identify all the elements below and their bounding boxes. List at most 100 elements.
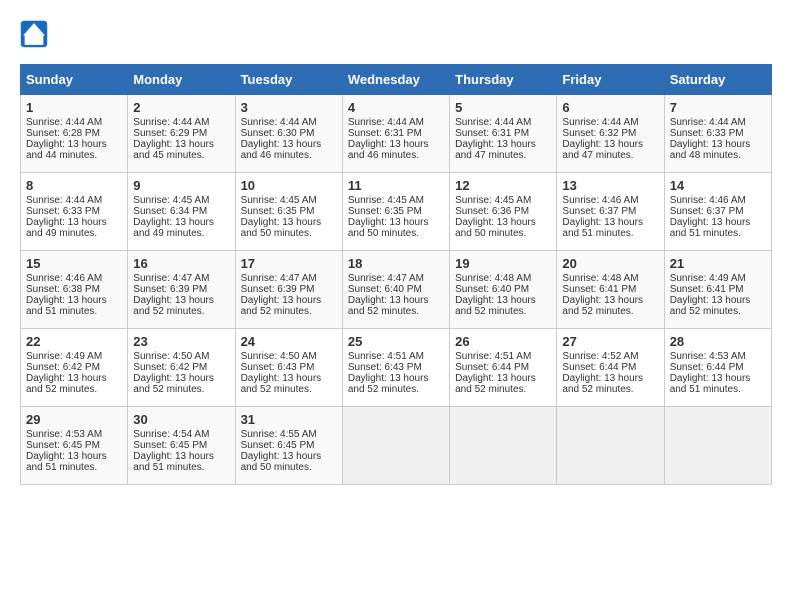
column-header-tuesday: Tuesday xyxy=(235,65,342,95)
day-number: 6 xyxy=(562,100,658,115)
sunset: Sunset: 6:44 PM xyxy=(562,362,636,373)
logo xyxy=(20,20,52,48)
day-number: 12 xyxy=(455,178,551,193)
day-number: 21 xyxy=(670,256,766,271)
calendar-week-1: 1 Sunrise: 4:44 AM Sunset: 6:28 PM Dayli… xyxy=(21,95,772,173)
day-number: 15 xyxy=(26,256,122,271)
calendar-cell: 26 Sunrise: 4:51 AM Sunset: 6:44 PM Dayl… xyxy=(450,329,557,407)
sunrise: Sunrise: 4:44 AM xyxy=(26,195,102,206)
calendar-cell: 10 Sunrise: 4:45 AM Sunset: 6:35 PM Dayl… xyxy=(235,173,342,251)
day-number: 27 xyxy=(562,334,658,349)
day-number: 7 xyxy=(670,100,766,115)
sunrise: Sunrise: 4:50 AM xyxy=(241,351,317,362)
day-number: 16 xyxy=(133,256,229,271)
daylight: Daylight: 13 hours and 51 minutes. xyxy=(670,217,751,239)
calendar-cell: 8 Sunrise: 4:44 AM Sunset: 6:33 PM Dayli… xyxy=(21,173,128,251)
calendar-cell: 11 Sunrise: 4:45 AM Sunset: 6:35 PM Dayl… xyxy=(342,173,449,251)
calendar-cell: 9 Sunrise: 4:45 AM Sunset: 6:34 PM Dayli… xyxy=(128,173,235,251)
sunrise: Sunrise: 4:46 AM xyxy=(26,273,102,284)
day-number: 4 xyxy=(348,100,444,115)
day-number: 31 xyxy=(241,412,337,427)
logo-icon xyxy=(20,20,48,48)
day-number: 23 xyxy=(133,334,229,349)
sunset: Sunset: 6:44 PM xyxy=(455,362,529,373)
day-number: 19 xyxy=(455,256,551,271)
sunset: Sunset: 6:36 PM xyxy=(455,206,529,217)
calendar-cell xyxy=(342,407,449,485)
daylight: Daylight: 13 hours and 52 minutes. xyxy=(241,295,322,317)
day-number: 1 xyxy=(26,100,122,115)
sunset: Sunset: 6:32 PM xyxy=(562,128,636,139)
sunset: Sunset: 6:40 PM xyxy=(455,284,529,295)
sunrise: Sunrise: 4:44 AM xyxy=(348,117,424,128)
daylight: Daylight: 13 hours and 44 minutes. xyxy=(26,139,107,161)
day-number: 25 xyxy=(348,334,444,349)
column-header-saturday: Saturday xyxy=(664,65,771,95)
calendar-cell: 7 Sunrise: 4:44 AM Sunset: 6:33 PM Dayli… xyxy=(664,95,771,173)
calendar-week-3: 15 Sunrise: 4:46 AM Sunset: 6:38 PM Dayl… xyxy=(21,251,772,329)
sunrise: Sunrise: 4:45 AM xyxy=(455,195,531,206)
daylight: Daylight: 13 hours and 50 minutes. xyxy=(455,217,536,239)
sunset: Sunset: 6:28 PM xyxy=(26,128,100,139)
daylight: Daylight: 13 hours and 49 minutes. xyxy=(26,217,107,239)
sunrise: Sunrise: 4:53 AM xyxy=(26,429,102,440)
page-header xyxy=(20,20,772,48)
daylight: Daylight: 13 hours and 52 minutes. xyxy=(348,373,429,395)
sunrise: Sunrise: 4:46 AM xyxy=(670,195,746,206)
calendar-cell: 17 Sunrise: 4:47 AM Sunset: 6:39 PM Dayl… xyxy=(235,251,342,329)
daylight: Daylight: 13 hours and 51 minutes. xyxy=(562,217,643,239)
day-number: 3 xyxy=(241,100,337,115)
sunrise: Sunrise: 4:51 AM xyxy=(348,351,424,362)
calendar-cell xyxy=(557,407,664,485)
day-number: 14 xyxy=(670,178,766,193)
calendar-cell: 21 Sunrise: 4:49 AM Sunset: 6:41 PM Dayl… xyxy=(664,251,771,329)
calendar-cell: 25 Sunrise: 4:51 AM Sunset: 6:43 PM Dayl… xyxy=(342,329,449,407)
calendar-cell: 2 Sunrise: 4:44 AM Sunset: 6:29 PM Dayli… xyxy=(128,95,235,173)
calendar-cell: 23 Sunrise: 4:50 AM Sunset: 6:42 PM Dayl… xyxy=(128,329,235,407)
sunset: Sunset: 6:40 PM xyxy=(348,284,422,295)
sunrise: Sunrise: 4:44 AM xyxy=(241,117,317,128)
daylight: Daylight: 13 hours and 50 minutes. xyxy=(241,217,322,239)
calendar-cell: 16 Sunrise: 4:47 AM Sunset: 6:39 PM Dayl… xyxy=(128,251,235,329)
sunrise: Sunrise: 4:52 AM xyxy=(562,351,638,362)
daylight: Daylight: 13 hours and 52 minutes. xyxy=(455,373,536,395)
calendar-cell: 14 Sunrise: 4:46 AM Sunset: 6:37 PM Dayl… xyxy=(664,173,771,251)
column-header-wednesday: Wednesday xyxy=(342,65,449,95)
sunrise: Sunrise: 4:49 AM xyxy=(26,351,102,362)
column-header-sunday: Sunday xyxy=(21,65,128,95)
sunrise: Sunrise: 4:44 AM xyxy=(26,117,102,128)
day-number: 24 xyxy=(241,334,337,349)
day-number: 11 xyxy=(348,178,444,193)
day-number: 17 xyxy=(241,256,337,271)
daylight: Daylight: 13 hours and 47 minutes. xyxy=(562,139,643,161)
sunset: Sunset: 6:35 PM xyxy=(241,206,315,217)
daylight: Daylight: 13 hours and 48 minutes. xyxy=(670,139,751,161)
sunrise: Sunrise: 4:45 AM xyxy=(348,195,424,206)
daylight: Daylight: 13 hours and 52 minutes. xyxy=(562,373,643,395)
calendar-week-4: 22 Sunrise: 4:49 AM Sunset: 6:42 PM Dayl… xyxy=(21,329,772,407)
calendar-cell: 3 Sunrise: 4:44 AM Sunset: 6:30 PM Dayli… xyxy=(235,95,342,173)
sunrise: Sunrise: 4:46 AM xyxy=(562,195,638,206)
sunset: Sunset: 6:38 PM xyxy=(26,284,100,295)
calendar-cell xyxy=(450,407,557,485)
daylight: Daylight: 13 hours and 52 minutes. xyxy=(670,295,751,317)
column-header-monday: Monday xyxy=(128,65,235,95)
day-number: 10 xyxy=(241,178,337,193)
daylight: Daylight: 13 hours and 47 minutes. xyxy=(455,139,536,161)
calendar-cell: 13 Sunrise: 4:46 AM Sunset: 6:37 PM Dayl… xyxy=(557,173,664,251)
calendar-cell: 20 Sunrise: 4:48 AM Sunset: 6:41 PM Dayl… xyxy=(557,251,664,329)
calendar-cell xyxy=(664,407,771,485)
sunrise: Sunrise: 4:44 AM xyxy=(670,117,746,128)
sunset: Sunset: 6:39 PM xyxy=(133,284,207,295)
daylight: Daylight: 13 hours and 51 minutes. xyxy=(26,295,107,317)
sunrise: Sunrise: 4:45 AM xyxy=(133,195,209,206)
daylight: Daylight: 13 hours and 49 minutes. xyxy=(133,217,214,239)
calendar-cell: 4 Sunrise: 4:44 AM Sunset: 6:31 PM Dayli… xyxy=(342,95,449,173)
day-number: 5 xyxy=(455,100,551,115)
day-number: 26 xyxy=(455,334,551,349)
sunset: Sunset: 6:45 PM xyxy=(26,440,100,451)
day-number: 28 xyxy=(670,334,766,349)
sunrise: Sunrise: 4:44 AM xyxy=(133,117,209,128)
sunrise: Sunrise: 4:51 AM xyxy=(455,351,531,362)
calendar-cell: 22 Sunrise: 4:49 AM Sunset: 6:42 PM Dayl… xyxy=(21,329,128,407)
